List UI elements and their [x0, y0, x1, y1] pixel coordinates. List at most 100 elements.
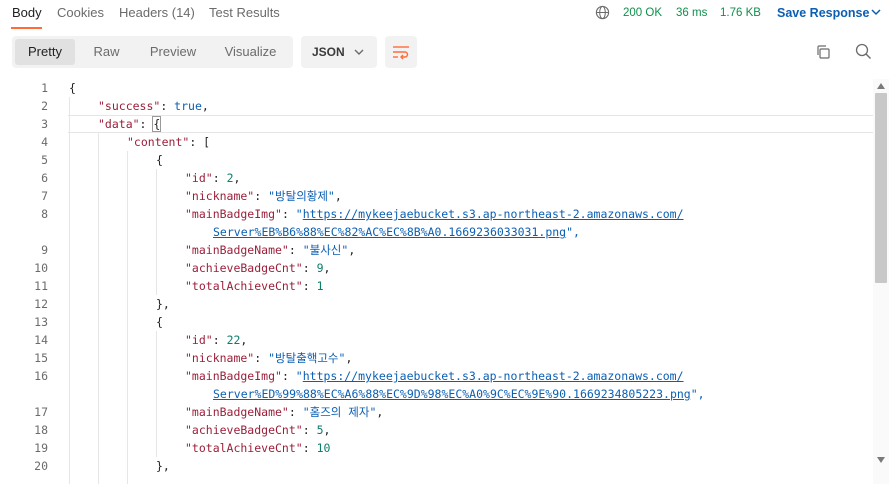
- line-content: "mainBadgeName": "홈즈의 제자",: [185, 403, 383, 421]
- status-code[interactable]: 200 OK: [623, 7, 662, 19]
- scrollbar-thumb[interactable]: [875, 93, 887, 283]
- line-number: 9: [41, 243, 48, 257]
- json-number: 5: [316, 423, 324, 437]
- image-url-link[interactable]: Server%ED%99%88%EC%A6%88%EC%9D%98%EC%A0%…: [213, 387, 691, 401]
- line-content: },: [156, 295, 170, 313]
- wrap-lines-button[interactable]: [385, 36, 417, 68]
- json-key: "data": [98, 117, 140, 131]
- line-number: 12: [34, 297, 48, 311]
- search-icon[interactable]: [855, 43, 872, 60]
- json-key: "mainBadgeName": [185, 405, 289, 419]
- json-key: "mainBadgeName": [185, 243, 289, 257]
- line-number: 13: [34, 315, 48, 329]
- separator: :: [160, 99, 175, 113]
- line-content: "mainBadgeImg": "https://mykeejaebucket.…: [185, 367, 684, 385]
- format-dropdown[interactable]: JSON: [301, 36, 377, 68]
- tab-cookies[interactable]: Cookies: [57, 5, 104, 20]
- json-key: "totalAchieveCnt": [185, 441, 303, 455]
- separator: :: [302, 261, 317, 275]
- scroll-up-arrow-icon[interactable]: [877, 83, 885, 89]
- line-number: 7: [41, 189, 48, 203]
- tab-body[interactable]: Body: [12, 5, 42, 20]
- separator: :: [212, 333, 227, 347]
- indent-guide: [156, 331, 157, 457]
- line-content: "mainBadgeImg": "https://mykeejaebucket.…: [185, 205, 684, 223]
- save-response-button[interactable]: Save Response: [777, 6, 869, 20]
- line-content: "id": 22,: [185, 331, 247, 349]
- line-content: },: [156, 457, 170, 475]
- line-number: 15: [34, 351, 48, 365]
- line-number: 19: [34, 441, 48, 455]
- json-number: 22: [226, 333, 241, 347]
- json-number: 1: [316, 279, 324, 293]
- comma: ,: [233, 171, 241, 185]
- line-number: 20: [34, 459, 48, 473]
- copy-icon[interactable]: [815, 44, 831, 60]
- response-size[interactable]: 1.76 KB: [720, 7, 761, 19]
- globe-icon[interactable]: [595, 5, 610, 20]
- line-content: {: [156, 313, 163, 331]
- json-boolean: true: [174, 99, 202, 113]
- json-string: "불사신": [302, 243, 349, 257]
- json-key: "success": [98, 99, 161, 113]
- view-mode-visualize[interactable]: Visualize: [211, 39, 290, 65]
- chevron-down-icon[interactable]: [871, 9, 881, 16]
- line-number: 3: [41, 117, 48, 131]
- line-number: 14: [34, 333, 48, 347]
- view-mode-raw[interactable]: Raw: [78, 39, 135, 65]
- line-content: "totalAchieveCnt": 1: [185, 277, 324, 295]
- comma: ,: [201, 99, 209, 113]
- line-content: "id": 2,: [185, 169, 240, 187]
- json-string: "방탈출핵고수": [268, 351, 346, 365]
- separator: :: [189, 135, 204, 149]
- line-number: 8: [41, 207, 48, 221]
- separator: :: [302, 441, 317, 455]
- close-brace: },: [156, 459, 170, 473]
- indent-guide: [69, 97, 70, 484]
- line-content: "nickname": "방탈의황제",: [185, 187, 342, 205]
- active-tab-indicator: [11, 27, 42, 29]
- line-number: 17: [34, 405, 48, 419]
- separator: :: [254, 351, 269, 365]
- indent-guide: [127, 151, 128, 484]
- json-number: 9: [316, 261, 324, 275]
- line-number: 11: [34, 279, 48, 293]
- line-content: {: [69, 79, 76, 97]
- scroll-down-arrow-icon[interactable]: [877, 457, 885, 463]
- image-url-link[interactable]: Server%EB%B6%88%EC%82%AC%EC%8B%A0.166923…: [213, 225, 566, 239]
- view-mode-switcher: Pretty Raw Preview Visualize: [12, 36, 293, 68]
- vertical-scrollbar[interactable]: [873, 79, 889, 484]
- json-key: "nickname": [185, 189, 255, 203]
- comma: ,: [376, 405, 384, 419]
- separator: :: [139, 117, 154, 131]
- image-url-link[interactable]: https://mykeejaebucket.s3.ap-northeast-2…: [303, 207, 684, 221]
- line-content: "totalAchieveCnt": 10: [185, 439, 330, 457]
- current-line-highlight: [68, 115, 873, 133]
- image-url-link[interactable]: https://mykeejaebucket.s3.ap-northeast-2…: [303, 369, 684, 383]
- response-body-viewer[interactable]: 1 { 2 "success": true, 3 "data": { 4 "co…: [0, 79, 873, 484]
- separator: :: [281, 207, 296, 221]
- open-brace: {: [69, 81, 76, 95]
- tab-headers[interactable]: Headers (14): [119, 5, 195, 20]
- string-quote: ": [295, 207, 303, 221]
- string-quote: ": [295, 369, 303, 383]
- json-key: "id": [185, 333, 213, 347]
- comma: ,: [323, 423, 331, 437]
- line-content: "success": true,: [98, 97, 209, 115]
- view-mode-preview[interactable]: Preview: [138, 39, 208, 65]
- comma: ,: [345, 351, 353, 365]
- view-mode-pretty[interactable]: Pretty: [15, 39, 75, 65]
- json-key: "mainBadgeImg": [185, 369, 282, 383]
- open-brace: {: [156, 315, 163, 329]
- json-key: "nickname": [185, 351, 255, 365]
- line-content: Server%ED%99%88%EC%A6%88%EC%9D%98%EC%A0%…: [213, 385, 705, 403]
- separator: :: [288, 405, 303, 419]
- comma: ,: [334, 189, 342, 203]
- json-key: "id": [185, 171, 213, 185]
- response-time[interactable]: 36 ms: [676, 7, 707, 19]
- json-key: "mainBadgeImg": [185, 207, 282, 221]
- line-content: "content": [: [127, 133, 210, 151]
- string-end: ",: [566, 225, 580, 239]
- tab-test-results[interactable]: Test Results: [209, 5, 280, 20]
- line-content: "mainBadgeName": "불사신",: [185, 241, 355, 259]
